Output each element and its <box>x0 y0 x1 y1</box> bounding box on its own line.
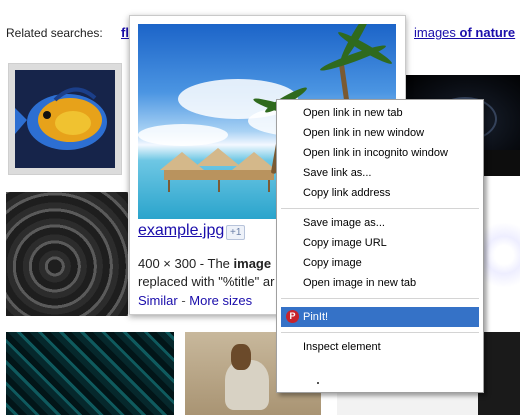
meta-prefix: 400 × 300 - The <box>138 256 234 271</box>
menu-copy-image[interactable]: Copy image <box>277 253 483 273</box>
preview-description-text: replaced with "%title" ar <box>138 274 275 289</box>
swirl-pattern-thumbnail[interactable] <box>6 192 128 316</box>
fish-illustration <box>15 70 115 168</box>
hut-stilt <box>218 180 220 192</box>
dark-edge-thumbnail[interactable] <box>478 332 520 415</box>
link-separator: - <box>177 293 190 308</box>
similar-link[interactable]: Similar <box>138 293 178 308</box>
menu-copy-image-url[interactable]: Copy image URL <box>277 233 483 253</box>
meta-bold: image <box>233 256 272 271</box>
fish-image <box>15 70 115 168</box>
menu-pinit[interactable]: P PinIt! <box>281 307 479 327</box>
menu-copy-link-address[interactable]: Copy link address <box>277 183 483 203</box>
hut-stilt <box>268 180 270 192</box>
fish-thumbnail[interactable] <box>8 63 122 175</box>
related-search-link-1[interactable]: fl <box>121 25 129 40</box>
pinterest-pin-icon: P <box>286 310 299 323</box>
preview-links: Similar - More sizes <box>138 293 252 308</box>
menu-save-image-as[interactable]: Save image as... <box>277 213 483 233</box>
more-sizes-link[interactable]: More sizes <box>189 293 252 308</box>
hut-roof <box>232 152 276 170</box>
menu-open-image-new-tab[interactable]: Open image in new tab <box>277 273 483 293</box>
menu-separator <box>281 298 479 299</box>
related-link-prefix: images <box>414 25 460 40</box>
menu-pinit-label: PinIt! <box>303 311 329 323</box>
plus-one-button[interactable]: +1 <box>226 225 246 240</box>
menu-open-link-new-window[interactable]: Open link in new window <box>277 123 483 143</box>
preview-dimensions-text: 400 × 300 - The image <box>138 256 271 271</box>
teal-fractal-thumbnail[interactable] <box>6 332 174 415</box>
browser-context-menu: Open link in new tab Open link in new wi… <box>276 99 484 393</box>
menu-dot-artifact <box>317 382 319 384</box>
cloud-shape <box>138 124 228 146</box>
hut-deck <box>164 170 274 180</box>
menu-open-link-new-tab[interactable]: Open link in new tab <box>277 103 483 123</box>
preview-filename-link[interactable]: example.jpg <box>138 222 224 240</box>
related-link-bold: of nature <box>459 25 516 40</box>
hut-stilt <box>168 180 170 192</box>
menu-open-link-incognito[interactable]: Open link in incognito window <box>277 143 483 163</box>
flower-thumbnail[interactable] <box>480 215 520 295</box>
menu-separator <box>281 332 479 333</box>
related-searches-label: Related searches: <box>6 26 103 40</box>
menu-save-link-as[interactable]: Save link as... <box>277 163 483 183</box>
related-search-link-images-of-nature[interactable]: images of nature <box>414 25 515 40</box>
antelope-head-shape <box>231 344 251 370</box>
menu-separator <box>281 208 479 209</box>
menu-inspect-element[interactable]: Inspect element <box>277 337 483 357</box>
